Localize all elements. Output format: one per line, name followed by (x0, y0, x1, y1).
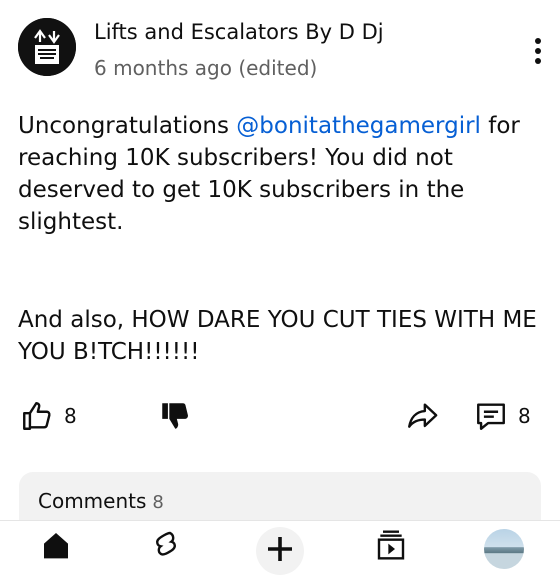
comment-count: 8 (518, 404, 531, 428)
post-text-start: Uncongratulations (18, 113, 237, 139)
share-icon (408, 403, 438, 428)
comment-button[interactable]: 8 (474, 392, 531, 440)
plus-icon (268, 537, 292, 561)
subscriptions-icon[interactable] (373, 529, 409, 561)
channel-avatar[interactable] (18, 18, 76, 76)
shorts-icon[interactable] (150, 529, 182, 561)
more-options-icon[interactable] (534, 38, 542, 68)
comments-count: 8 (152, 492, 164, 513)
channel-name[interactable]: Lifts and Escalators By D Dj (94, 20, 384, 44)
profile-avatar[interactable] (484, 529, 524, 569)
post-body: Uncongratulations @bonitathegamergirl fo… (18, 110, 546, 368)
mention-link[interactable]: @bonitathegamergirl (236, 113, 481, 139)
bottom-nav (0, 520, 560, 575)
post-paragraph-1: Uncongratulations @bonitathegamergirl fo… (18, 110, 546, 238)
create-button[interactable] (256, 527, 304, 575)
home-icon[interactable] (38, 529, 74, 561)
post-header: Lifts and Escalators By D Dj 6 months ag… (18, 14, 560, 84)
post-timestamp: 6 months ago (edited) (94, 56, 318, 80)
comment-icon (477, 403, 505, 430)
share-button[interactable] (404, 392, 440, 440)
like-button[interactable]: 8 (20, 392, 77, 440)
dislike-button[interactable] (158, 392, 192, 440)
thumbs-down-filled-icon (162, 403, 188, 429)
comments-label: Comments (38, 489, 147, 513)
action-bar: 8 8 (0, 392, 560, 440)
post-paragraph-2: And also, HOW DARE YOU CUT TIES WITH ME … (18, 307, 537, 365)
thumbs-up-icon (23, 402, 51, 430)
comments-header: Comments 8 (38, 489, 164, 513)
like-count: 8 (64, 404, 77, 428)
